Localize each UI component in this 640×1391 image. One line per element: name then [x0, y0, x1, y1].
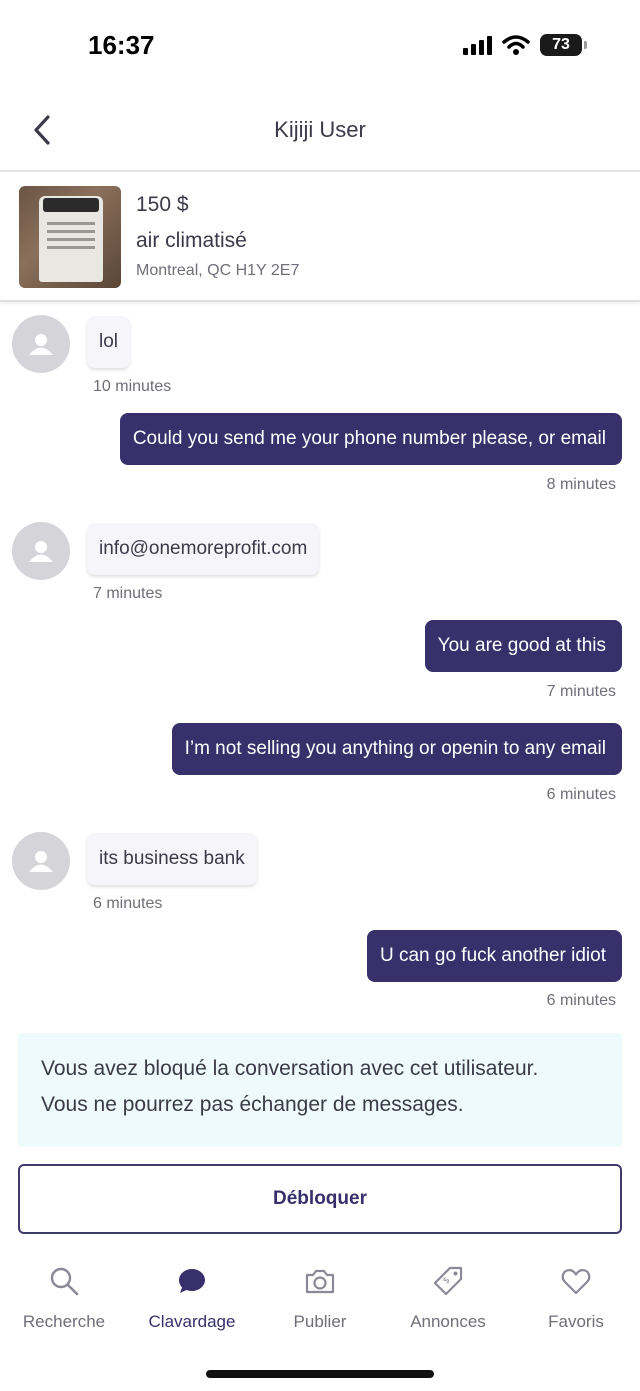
message-timestamp: 6 minutes: [546, 992, 616, 1009]
unblock-button[interactable]: Débloquer: [18, 1164, 622, 1234]
search-icon: [50, 1267, 79, 1296]
status-icons: 73: [463, 34, 587, 56]
listing-card[interactable]: 150 $ air climatisé Montreal, QC H1Y 2E7: [0, 174, 640, 302]
battery-icon: 73: [540, 34, 587, 56]
message-outgoing: You are good at this: [424, 620, 622, 672]
cellular-signal-icon: [463, 35, 492, 55]
blocked-notice-line: Vous ne pourrez pas échanger de messages…: [41, 1093, 464, 1116]
user-icon: [29, 541, 53, 562]
tab-clavardage[interactable]: Clavardage: [128, 1262, 256, 1342]
avatar: [12, 832, 70, 890]
message-timestamp: 7 minutes: [93, 585, 163, 602]
message-timestamp: 8 minutes: [546, 476, 616, 493]
listing-thumbnail: [19, 186, 121, 288]
status-bar: 16:37 73: [0, 0, 640, 90]
listing-title: air climatisé: [136, 229, 247, 252]
page-title: Kijiji User: [274, 117, 366, 142]
user-icon: [29, 334, 53, 355]
wifi-icon: [502, 35, 530, 55]
tab-label: Favoris: [548, 1312, 604, 1331]
tab-label: Publier: [293, 1312, 347, 1331]
message-incoming: lol: [87, 316, 131, 368]
message-incoming: info@onemoreprofit.com: [87, 523, 320, 575]
message-timestamp: 6 minutes: [93, 895, 163, 912]
tab-label: Annonces: [410, 1312, 486, 1331]
message-timestamp: 7 minutes: [546, 683, 616, 700]
chat-screen: 16:37 73 Kijiji User 150 $ air climatisé…: [0, 0, 640, 1391]
tab-favoris[interactable]: Favoris: [512, 1262, 640, 1342]
listing-price: 150 $: [136, 193, 189, 216]
avatar: [12, 522, 70, 580]
tag-icon: $: [433, 1266, 463, 1296]
message-timestamp: 6 minutes: [546, 786, 616, 803]
home-indicator: [206, 1370, 434, 1378]
avatar: [12, 315, 70, 373]
message-outgoing: Could you send me your phone number plea…: [119, 413, 622, 465]
user-icon: [29, 851, 53, 872]
tab-label: Clavardage: [148, 1312, 236, 1331]
tab-annonces[interactable]: $ Annonces: [384, 1262, 512, 1342]
message-incoming: its business bank: [87, 833, 257, 885]
tab-publier[interactable]: Publier: [256, 1262, 384, 1342]
message-outgoing: I’m not selling you anything or openin t…: [171, 723, 622, 775]
status-time: 16:37: [88, 30, 155, 60]
tab-recherche[interactable]: Recherche: [0, 1262, 128, 1342]
blocked-notice-line: Vous avez bloqué la conversation avec ce…: [41, 1057, 539, 1080]
chat-header: Kijiji User: [0, 90, 640, 172]
svg-text:$: $: [441, 1275, 452, 1286]
listing-location: Montreal, QC H1Y 2E7: [136, 262, 300, 279]
message-timestamp: 10 minutes: [93, 378, 172, 395]
heart-icon: [561, 1269, 591, 1295]
tab-label: Recherche: [22, 1312, 106, 1331]
blocked-notice: Vous avez bloqué la conversation avec ce…: [18, 1033, 622, 1147]
message-outgoing: U can go fuck another idiot: [366, 930, 622, 982]
battery-level: 73: [552, 36, 570, 53]
camera-icon: [305, 1269, 335, 1294]
chat-icon: [179, 1269, 205, 1293]
